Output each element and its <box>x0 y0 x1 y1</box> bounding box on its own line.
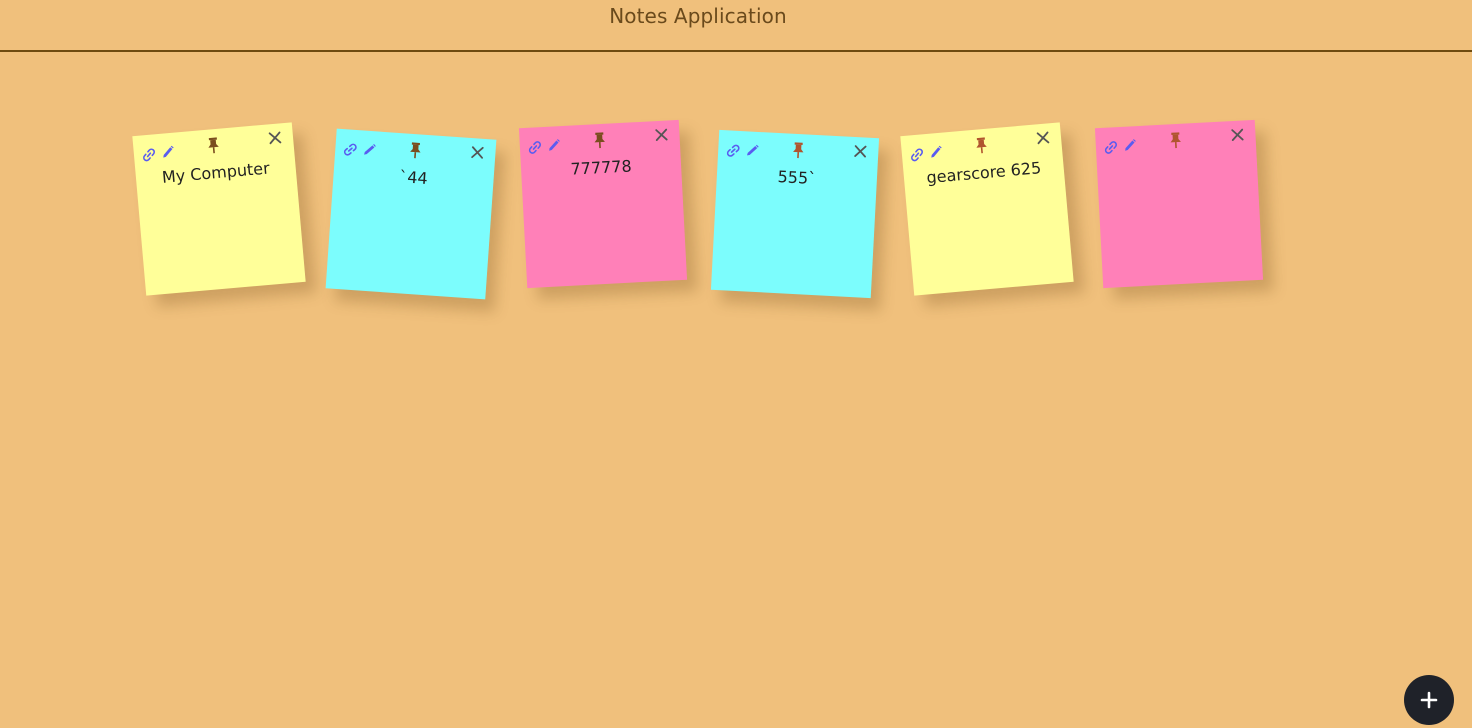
note-text: 555` <box>777 167 817 189</box>
note-text: gearscore 625 <box>925 158 1042 188</box>
pencil-icon[interactable] <box>1123 138 1138 153</box>
add-note-button[interactable] <box>1404 675 1454 725</box>
pencil-icon[interactable] <box>160 145 175 160</box>
page-title: Notes Application <box>609 4 787 28</box>
link-icon[interactable] <box>141 147 156 162</box>
note-card[interactable]: 777778 <box>518 119 688 289</box>
link-icon[interactable] <box>909 147 924 162</box>
plus-icon <box>1420 691 1438 709</box>
close-icon[interactable] <box>267 130 282 145</box>
note-toolbar <box>718 130 879 164</box>
pin-icon[interactable] <box>592 132 607 150</box>
link-icon[interactable] <box>343 142 358 157</box>
pencil-icon[interactable] <box>745 143 760 158</box>
note-toolbar <box>900 122 1062 162</box>
note-text: 777778 <box>570 156 633 179</box>
note-card[interactable]: My Computer <box>132 122 306 296</box>
note-card[interactable]: `44 <box>325 128 497 300</box>
link-icon[interactable] <box>726 143 741 158</box>
pin-icon[interactable] <box>974 137 989 155</box>
note-toolbar <box>335 129 496 166</box>
note-text <box>1097 154 1257 162</box>
pencil-icon[interactable] <box>547 138 562 153</box>
note-toolbar <box>519 120 680 154</box>
pin-icon[interactable] <box>408 142 423 160</box>
pin-icon[interactable] <box>206 137 221 155</box>
link-icon[interactable] <box>1104 140 1119 155</box>
close-icon[interactable] <box>1035 130 1050 145</box>
link-icon[interactable] <box>528 140 543 155</box>
pencil-icon[interactable] <box>928 145 943 160</box>
note-text: `44 <box>398 167 429 189</box>
note-card[interactable]: gearscore 625 <box>900 122 1074 296</box>
close-icon[interactable] <box>654 127 669 142</box>
pin-icon[interactable] <box>1168 132 1183 150</box>
pencil-icon[interactable] <box>362 142 377 157</box>
note-card[interactable] <box>1094 119 1264 289</box>
note-toolbar <box>1095 120 1256 154</box>
note-card[interactable]: 555` <box>710 129 880 299</box>
close-icon[interactable] <box>1230 127 1245 142</box>
app-header: Notes Application <box>0 0 1472 52</box>
note-toolbar <box>132 122 294 162</box>
note-text: My Computer <box>161 158 271 187</box>
close-icon[interactable] <box>470 145 485 160</box>
pin-icon[interactable] <box>791 142 806 160</box>
close-icon[interactable] <box>853 144 868 159</box>
